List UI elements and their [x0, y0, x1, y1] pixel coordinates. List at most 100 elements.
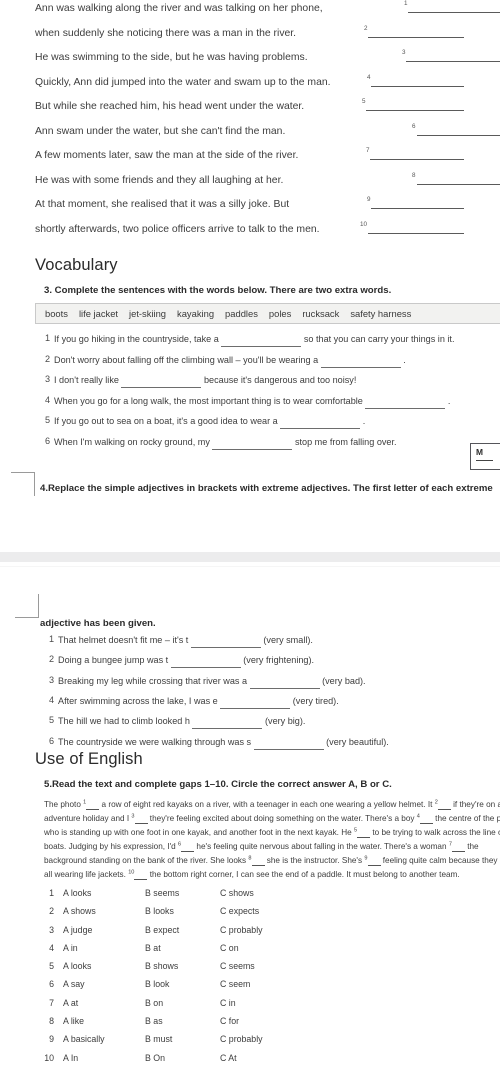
exercise-item-number: 3 — [48, 674, 54, 685]
passage-gap[interactable] — [134, 811, 148, 825]
mcq-option-a[interactable]: A like — [63, 1016, 84, 1026]
mcq-option-b[interactable]: B at — [145, 943, 161, 953]
mcq-option-b[interactable]: B On — [145, 1053, 165, 1063]
fill-in-blank[interactable] — [212, 437, 293, 450]
mcq-option-a[interactable]: A looks — [63, 961, 91, 971]
correction-answer-line[interactable] — [371, 208, 464, 209]
word-bank-item[interactable]: safety harness — [350, 308, 411, 319]
correction-answer-line[interactable] — [406, 61, 500, 62]
vocabulary-heading: Vocabulary — [35, 256, 118, 274]
mcq-option-a[interactable]: A basically — [63, 1034, 105, 1044]
correction-answer-line[interactable] — [368, 36, 464, 38]
mcq-option-c[interactable]: C seem — [220, 979, 250, 989]
correction-row: He was swimming to the side, but he was … — [0, 49, 500, 74]
mcq-option-a[interactable]: A In — [63, 1053, 78, 1063]
correction-answer-line[interactable] — [370, 159, 464, 160]
fill-in-blank[interactable] — [253, 737, 324, 750]
mcq-option-c[interactable]: C for — [220, 1016, 239, 1026]
mcq-option-a[interactable]: A judge — [63, 925, 92, 935]
fill-in-blank[interactable] — [365, 396, 446, 409]
mcq-option-b[interactable]: B expect — [145, 925, 179, 935]
mcq-option-c[interactable]: C probably — [220, 925, 263, 935]
exercise-item-suffix: (very big). — [262, 716, 306, 727]
word-bank-item[interactable]: boots — [45, 308, 68, 319]
passage-gap[interactable] — [357, 825, 371, 839]
use-of-english-heading: Use of English — [35, 750, 143, 768]
fill-in-blank[interactable] — [190, 635, 261, 648]
mcq-option-b[interactable]: B on — [145, 998, 163, 1008]
correction-answer-line[interactable] — [371, 85, 464, 87]
exercise-4-instruction-line1: 4.Replace the simple adjectives in brack… — [40, 483, 493, 494]
mcq-option-a[interactable]: A in — [63, 943, 78, 953]
mcq-option-b[interactable]: B as — [145, 1016, 163, 1026]
exercise-item-text: If you go out to sea on a boat, it's a g… — [54, 415, 365, 429]
word-bank-item[interactable]: jet-skiing — [129, 308, 166, 319]
page-break-hairline — [0, 566, 500, 567]
mcq-option-c[interactable]: C in — [220, 998, 236, 1008]
fill-in-blank[interactable] — [280, 416, 361, 429]
fill-in-blank[interactable] — [221, 334, 302, 347]
correction-row: Quickly, Ann did jumped into the water a… — [0, 74, 500, 99]
passage-gap[interactable] — [451, 839, 465, 853]
mcq-option-b[interactable]: B must — [145, 1034, 172, 1044]
word-bank-item[interactable]: life jacket — [79, 308, 118, 319]
correction-sentence: Quickly, Ann did jumped into the water a… — [35, 76, 331, 88]
mcq-option-c[interactable]: C probably — [220, 1034, 263, 1044]
mcq-option-b[interactable]: B looks — [145, 906, 174, 916]
exercise-item-text: Breaking my leg while crossing that rive… — [58, 675, 366, 689]
passage-gap[interactable] — [251, 853, 265, 867]
exercise-item-number: 1 — [48, 634, 54, 644]
correction-answer-line[interactable] — [368, 232, 464, 234]
fill-in-blank[interactable] — [220, 696, 291, 709]
correction-answer-line[interactable] — [408, 12, 500, 13]
passage-gap[interactable] — [367, 853, 381, 867]
exercise-item-prefix: Breaking my leg while crossing that rive… — [58, 675, 250, 686]
passage-gap[interactable] — [181, 839, 195, 853]
exercise-item-suffix: (very frightening). — [240, 655, 315, 666]
correction-answer-line[interactable] — [417, 183, 500, 185]
mcq-row: 7 A at B on C in — [40, 998, 340, 1016]
mcq-option-c[interactable]: C on — [220, 943, 239, 953]
mcq-option-a[interactable]: A say — [63, 979, 85, 989]
word-bank-item[interactable]: poles — [269, 308, 291, 319]
fill-in-blank[interactable] — [121, 375, 202, 388]
mcq-option-b[interactable]: B seems — [145, 888, 179, 898]
exercise-item-suffix: . — [400, 354, 406, 365]
exercise-item-prefix: The countryside we were walking through … — [58, 736, 254, 747]
fill-in-blank[interactable] — [249, 676, 320, 689]
mcq-number: 5 — [49, 961, 54, 972]
exercise-item-number: 4 — [48, 694, 54, 705]
exercise-item-prefix: Don't worry about falling off the climbi… — [54, 354, 321, 365]
passage-gap[interactable] — [419, 811, 433, 825]
mcq-option-a[interactable]: A at — [63, 998, 78, 1008]
fill-in-blank[interactable] — [170, 655, 241, 669]
correction-sentence: Ann was walking along the river and was … — [35, 3, 323, 14]
mcq-option-b[interactable]: B shows — [145, 961, 178, 971]
word-bank-item[interactable]: rucksack — [302, 308, 339, 319]
mcq-option-c[interactable]: C expects — [220, 906, 259, 916]
exercise-item-text: After swimming across the lake, I was e … — [58, 695, 339, 709]
mcq-row: 8 A like B as C for — [40, 1016, 340, 1034]
fill-in-blank[interactable] — [192, 716, 263, 730]
mcq-option-c[interactable]: C shows — [220, 888, 254, 898]
correction-row: Ann swam under the water, but she can't … — [0, 123, 500, 148]
correction-answer-line[interactable] — [417, 134, 500, 136]
mcq-row: 4 A in B at C on — [40, 943, 340, 961]
correction-answer-line[interactable] — [366, 110, 464, 111]
correction-number: 10 — [360, 220, 368, 228]
fill-in-blank[interactable] — [320, 355, 401, 368]
page-break-separator — [0, 552, 500, 562]
mcq-option-a[interactable]: A looks — [63, 888, 91, 898]
mcq-option-b[interactable]: B look — [145, 979, 169, 989]
exercise-item-suffix: because it's dangerous and too noisy! — [201, 375, 357, 385]
passage-gap[interactable] — [86, 797, 100, 811]
word-bank-item[interactable]: paddles — [225, 308, 258, 319]
mcq-option-a[interactable]: A shows — [63, 906, 96, 916]
passage-gap[interactable] — [437, 797, 451, 811]
word-bank-item[interactable]: kayaking — [177, 308, 214, 319]
mcq-number: 4 — [49, 942, 54, 953]
mcq-option-c[interactable]: C seems — [220, 961, 255, 971]
mcq-option-c[interactable]: C At — [220, 1053, 237, 1063]
exercise-item-text: The countryside we were walking through … — [58, 736, 389, 750]
passage-gap[interactable] — [134, 867, 148, 881]
